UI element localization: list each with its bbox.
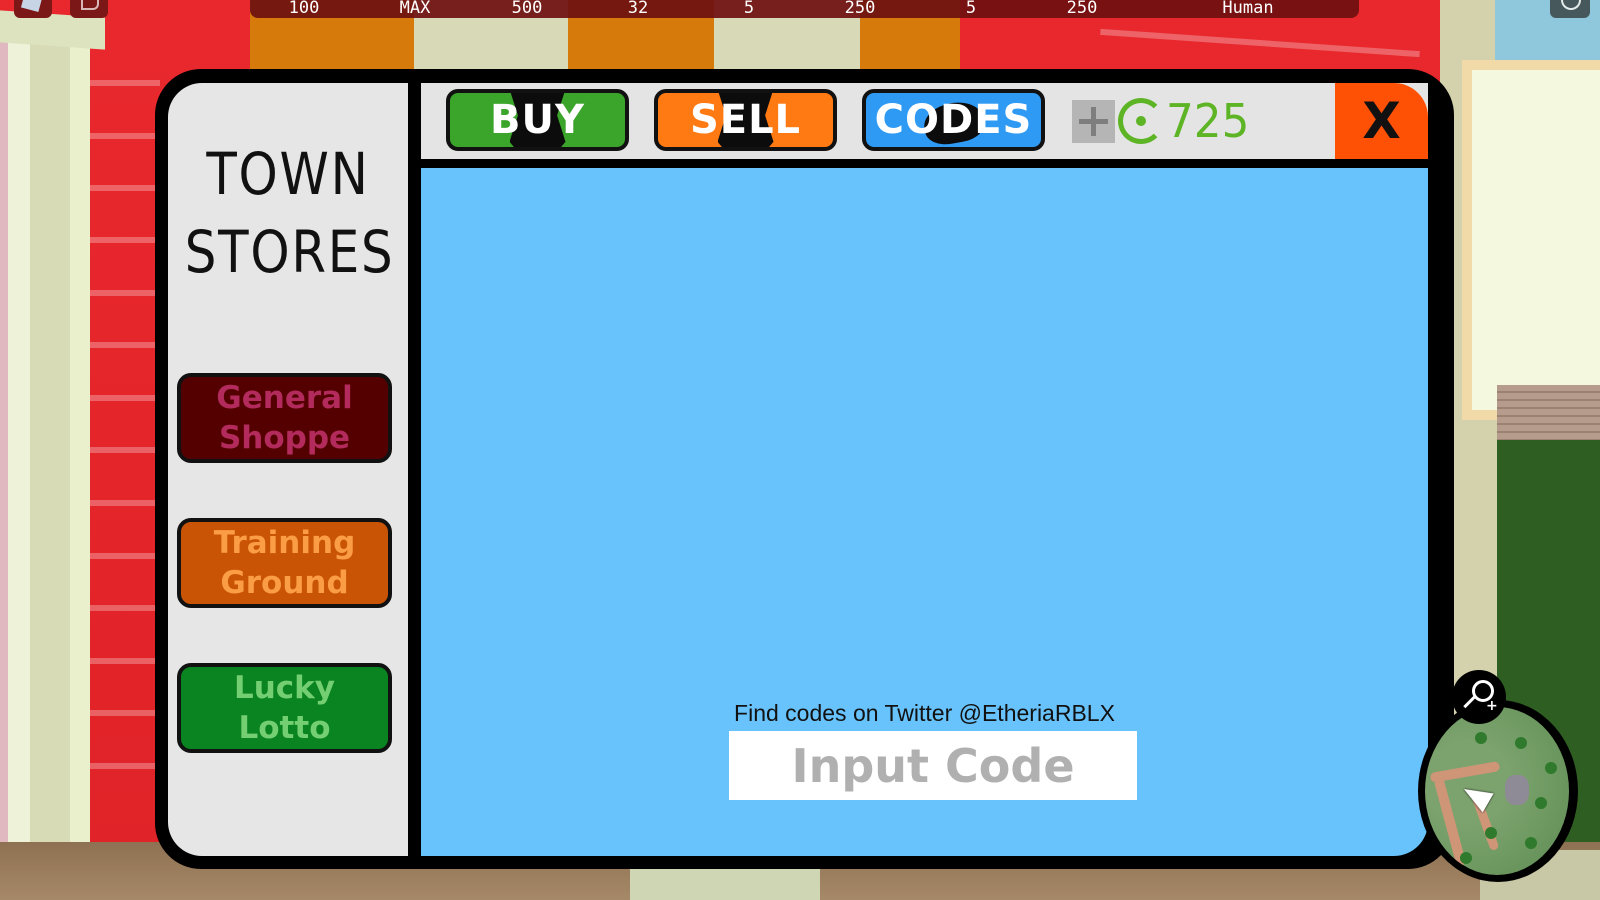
map-tree — [1535, 797, 1547, 809]
training-ground-button[interactable]: Training Ground — [177, 518, 392, 608]
wall-line — [90, 710, 160, 716]
wall-line — [90, 605, 160, 611]
wall-line — [90, 133, 160, 139]
tab-buy[interactable]: BUY — [446, 89, 629, 151]
town-stores-dialog: TOWN STORES General Shoppe Training Grou… — [155, 69, 1454, 869]
map-tree — [1475, 732, 1487, 744]
tab-label: SELL — [689, 97, 802, 143]
close-button[interactable]: X — [1335, 83, 1428, 159]
magnifier-handle — [1463, 694, 1477, 709]
map-tree — [1515, 737, 1527, 749]
map-rock — [1505, 775, 1529, 805]
chat-button[interactable] — [70, 0, 108, 18]
brick-wall — [1497, 385, 1600, 440]
wall-line — [90, 395, 160, 401]
code-input[interactable] — [729, 731, 1137, 800]
button-label: General — [216, 380, 353, 416]
stat-value: 250 — [1066, 0, 1098, 18]
tab-codes[interactable]: CODES — [862, 89, 1045, 151]
title-line: TOWN — [206, 140, 370, 208]
map-tree — [1485, 827, 1497, 839]
roblox-menu-icon — [20, 0, 44, 13]
minimap[interactable] — [1418, 700, 1578, 882]
add-currency-button[interactable] — [1072, 100, 1115, 143]
plus-icon: + — [1486, 698, 1498, 714]
stat-value: MAX — [399, 0, 431, 18]
stat-value: 500 — [511, 0, 543, 18]
wall-line — [90, 658, 160, 664]
dialog-title: TOWN STORES — [184, 135, 395, 291]
map-tree — [1545, 762, 1557, 774]
wall-line — [90, 342, 160, 348]
general-shoppe-button[interactable]: General Shoppe — [177, 373, 392, 463]
wall-line — [90, 763, 160, 769]
stat-race: Human — [1222, 0, 1274, 18]
title-line: STORES — [184, 218, 395, 286]
codes-hint: Find codes on Twitter @EtheriaRBLX — [734, 700, 1115, 726]
wall-line — [90, 237, 160, 243]
button-label: Lotto — [238, 710, 331, 746]
tab-label: BUY — [490, 97, 585, 143]
map-tree — [1460, 852, 1472, 864]
stat-value: 32 — [627, 0, 649, 18]
coin-icon — [1118, 98, 1164, 144]
wall-line — [90, 290, 160, 296]
stat-value: 5 — [965, 0, 977, 18]
wall-line — [90, 80, 160, 86]
button-label: Shoppe — [218, 420, 351, 456]
button-label: Lucky — [233, 670, 336, 706]
settings-button[interactable] — [1550, 0, 1590, 18]
stat-value: 5 — [743, 0, 755, 18]
codes-panel: Find codes on Twitter @EtheriaRBLX — [421, 168, 1428, 856]
wall-line — [90, 553, 160, 559]
currency-amount: 725 — [1166, 94, 1250, 148]
map-zoom-button[interactable]: + — [1452, 670, 1506, 724]
chat-icon — [81, 0, 99, 10]
player-stats-bar: 100 MAX 500 32 5 250 5 250 Human — [250, 0, 1359, 18]
tab-label: CODES — [874, 97, 1033, 143]
map-tree — [1525, 837, 1537, 849]
button-label: Training — [213, 525, 356, 561]
wall-line — [90, 185, 160, 191]
coin-dot — [1136, 116, 1146, 126]
button-label: Ground — [220, 565, 349, 601]
dialog-toolbar: BUY SELL CODES 725 — [421, 83, 1428, 159]
building-window — [1462, 60, 1600, 420]
minimap-terrain — [1425, 707, 1569, 875]
tab-sell[interactable]: SELL — [654, 89, 837, 151]
wall-line — [90, 500, 160, 506]
left-pillar — [0, 30, 90, 870]
store-list-panel: TOWN STORES General Shoppe Training Grou… — [168, 83, 408, 856]
wall-line — [90, 447, 160, 453]
stat-value: 100 — [288, 0, 320, 18]
roblox-menu-button[interactable] — [14, 0, 52, 18]
lucky-lotto-button[interactable]: Lucky Lotto — [177, 663, 392, 753]
settings-icon — [1561, 0, 1581, 10]
stat-value: 250 — [844, 0, 876, 18]
